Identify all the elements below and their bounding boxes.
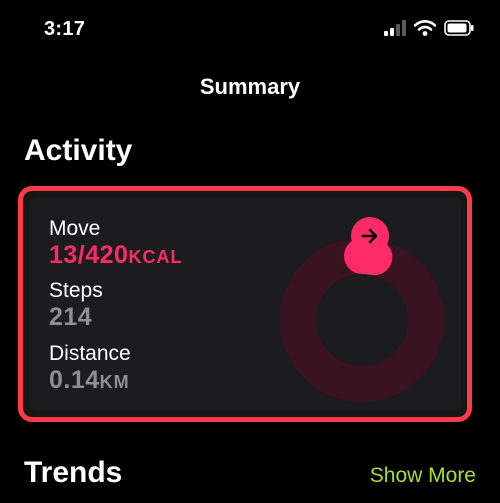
status-bar: 3:17 — [0, 0, 500, 62]
battery-icon — [444, 20, 474, 36]
status-time: 3:17 — [44, 18, 86, 40]
show-more-link[interactable]: Show More — [370, 464, 476, 488]
move-value-unit: KCAL — [128, 247, 183, 267]
steps-value: 214 — [49, 303, 93, 331]
status-icons — [384, 20, 474, 36]
arrow-right-icon — [361, 228, 378, 244]
page-title: Summary — [199, 74, 301, 99]
distance-label: Distance — [49, 342, 131, 365]
activity-detail-button[interactable] — [351, 217, 389, 255]
trends-section-title: Trends — [24, 456, 123, 489]
move-label: Move — [49, 217, 101, 240]
move-ring — [280, 238, 444, 402]
move-value-number: 13/420 — [49, 241, 129, 269]
activity-card[interactable]: Move 13/420KCAL Steps 214 Distance 0.14K… — [18, 186, 472, 422]
activity-card-content: Move 13/420KCAL Steps 214 Distance 0.14K… — [29, 197, 461, 411]
distance-value-number: 0.14 — [49, 366, 100, 394]
move-ring-track — [280, 238, 444, 402]
steps-label: Steps — [49, 279, 103, 302]
distance-value: 0.14KM — [49, 366, 130, 395]
wifi-icon — [414, 20, 436, 36]
move-value: 13/420KCAL — [49, 241, 182, 270]
distance-value-unit: KM — [99, 372, 130, 392]
cellular-signal-icon — [384, 20, 406, 36]
activity-section-title: Activity — [24, 134, 133, 167]
